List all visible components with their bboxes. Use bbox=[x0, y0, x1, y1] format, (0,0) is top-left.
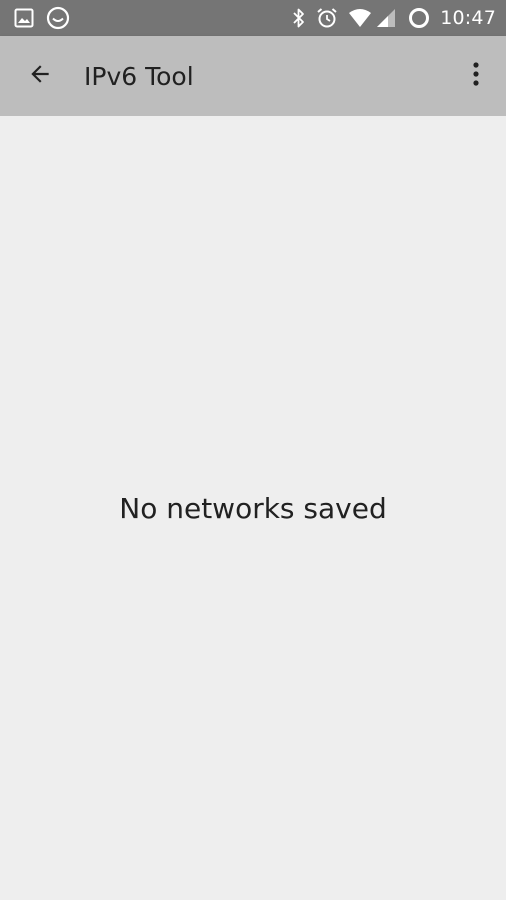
network-list-area: No networks saved bbox=[0, 116, 506, 900]
overflow-menu-button[interactable] bbox=[446, 36, 506, 116]
status-bar: 10:47 bbox=[0, 0, 506, 36]
status-bar-notifications bbox=[14, 6, 82, 30]
status-bar-system: 10:47 bbox=[282, 7, 496, 29]
app-bar: IPv6 Tool bbox=[0, 36, 506, 116]
alarm-icon bbox=[316, 7, 338, 29]
arrow-back-icon bbox=[27, 61, 53, 92]
back-button[interactable] bbox=[0, 36, 80, 116]
more-vert-icon bbox=[472, 61, 480, 92]
bluetooth-icon bbox=[292, 7, 306, 29]
wifi-icon bbox=[348, 8, 372, 28]
cell-signal-icon bbox=[376, 8, 396, 28]
status-time: 10:47 bbox=[440, 7, 496, 29]
empty-state-message: No networks saved bbox=[119, 492, 387, 525]
image-notification-icon bbox=[14, 8, 34, 28]
app-title: IPv6 Tool bbox=[84, 61, 194, 91]
smiley-notification-icon bbox=[46, 6, 70, 30]
sync-icon bbox=[408, 7, 430, 29]
